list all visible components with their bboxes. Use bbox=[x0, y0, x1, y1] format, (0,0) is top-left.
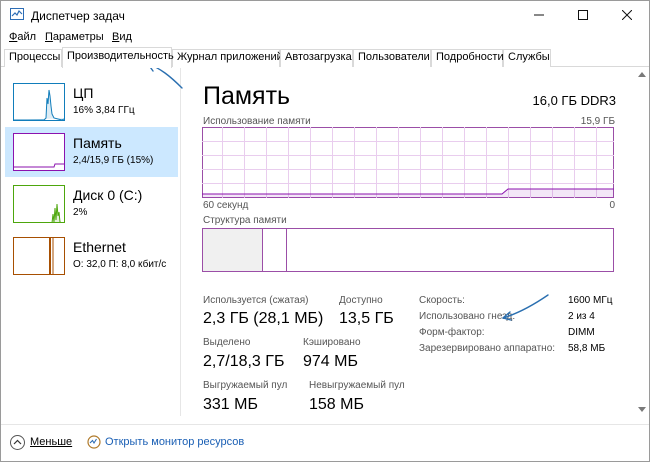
sidebar-item-disk[interactable]: Диск 0 (C:) 2% bbox=[5, 179, 178, 229]
sidebar-memory-title: Память bbox=[73, 135, 122, 151]
fewer-details-button[interactable]: Меньше bbox=[10, 432, 72, 452]
usage-graph-max: 15,9 ГБ bbox=[580, 116, 615, 127]
sidebar-disk-sub: 2% bbox=[73, 207, 88, 218]
form-factor-label: Форм-фактор: bbox=[419, 327, 485, 338]
menu-options[interactable]: Параметры bbox=[45, 31, 104, 43]
task-manager-icon bbox=[10, 8, 24, 20]
stat-in-use-value: 2,3 ГБ (28,1 МБ) bbox=[203, 310, 324, 327]
ethernet-sparkline bbox=[49, 238, 54, 274]
stat-in-use-label: Используется (сжатая) bbox=[203, 295, 309, 306]
tab-details[interactable]: Подробности bbox=[431, 49, 504, 67]
vertical-scrollbar[interactable] bbox=[635, 68, 649, 416]
slots-label: Использовано гнезд: bbox=[419, 311, 516, 322]
speed-value: 1600 МГц bbox=[568, 295, 613, 306]
sidebar-disk-title: Диск 0 (C:) bbox=[73, 187, 143, 203]
window-title: Диспетчер задач bbox=[31, 9, 125, 23]
stat-available-value: 13,5 ГБ bbox=[339, 310, 394, 327]
disk-thumbnail-graph bbox=[13, 185, 65, 223]
fewer-details-label: Меньше bbox=[30, 436, 73, 448]
sidebar-cpu-title: ЦП bbox=[73, 85, 94, 101]
maximize-button[interactable] bbox=[561, 1, 605, 29]
stat-paged-value: 331 МБ bbox=[203, 396, 258, 413]
stat-committed-label: Выделено bbox=[203, 337, 251, 348]
menu-view[interactable]: Вид bbox=[112, 31, 132, 43]
ethernet-thumbnail-graph bbox=[13, 237, 65, 275]
stat-paged-label: Выгружаемый пул bbox=[203, 380, 288, 391]
sidebar-ethernet-sub: О: 32,0 П: 8,0 кбит/с bbox=[73, 259, 167, 270]
sidebar-ethernet-title: Ethernet bbox=[73, 239, 126, 255]
memory-usage-graph bbox=[202, 127, 614, 198]
resource-monitor-label: Открыть монитор ресурсов bbox=[105, 436, 245, 448]
sidebar-memory-sub: 2,4/15,9 ГБ (15%) bbox=[73, 155, 154, 166]
sidebar-item-cpu[interactable]: ЦП 16% 3,84 ГГц bbox=[5, 77, 178, 127]
stat-nonpaged-value: 158 МБ bbox=[309, 396, 364, 413]
menu-options-label: араметры bbox=[52, 31, 104, 43]
task-manager-window: Диспетчер задач Файл Параметры Вид Проце… bbox=[0, 0, 650, 462]
speed-label: Скорость: bbox=[419, 295, 465, 306]
hw-reserved-value: 58,8 МБ bbox=[568, 343, 606, 354]
memory-detail-panel: Память 16,0 ГБ DDR3 Использование памяти… bbox=[182, 68, 636, 416]
footer-bar: Меньше Открыть монитор ресурсов bbox=[1, 424, 649, 461]
stat-cached-label: Кэшировано bbox=[303, 337, 361, 348]
stat-cached-value: 974 МБ bbox=[303, 353, 358, 370]
cpu-sparkline bbox=[14, 89, 64, 120]
tab-performance[interactable]: Производительность bbox=[62, 47, 174, 68]
chevron-up-glyph bbox=[13, 439, 22, 445]
menu-bar: Файл Параметры Вид bbox=[1, 29, 649, 47]
page-title: Память bbox=[203, 82, 291, 110]
graph-axis-left: 60 секунд bbox=[203, 200, 249, 211]
memory-thumbnail-graph bbox=[13, 133, 65, 171]
tab-users[interactable]: Пользователи bbox=[353, 49, 431, 67]
stat-available-label: Доступно bbox=[339, 295, 383, 306]
minimize-icon bbox=[534, 14, 544, 16]
structure-modified-segment bbox=[263, 229, 287, 271]
tab-app-history[interactable]: Журнал приложений bbox=[172, 49, 283, 67]
tab-processes[interactable]: Процессы bbox=[4, 49, 62, 67]
tab-bar: Процессы Производительность Журнал прило… bbox=[1, 47, 649, 68]
graph-axis-right: 0 bbox=[609, 200, 615, 211]
sidebar-item-ethernet[interactable]: Ethernet О: 32,0 П: 8,0 кбит/с bbox=[5, 231, 178, 281]
slots-value: 2 из 4 bbox=[568, 311, 595, 322]
usage-graph-label: Использование памяти bbox=[203, 116, 311, 127]
chevron-up-icon bbox=[10, 434, 25, 450]
resource-monitor-icon bbox=[87, 435, 101, 449]
minimize-button[interactable] bbox=[517, 1, 561, 29]
structure-label: Структура памяти bbox=[203, 215, 287, 226]
tab-startup[interactable]: Автозагрузка bbox=[280, 49, 353, 67]
memory-hardware-label: 16,0 ГБ DDR3 bbox=[532, 93, 617, 108]
sidebar-item-memory[interactable]: Память 2,4/15,9 ГБ (15%) bbox=[5, 127, 178, 177]
form-factor-value: DIMM bbox=[568, 327, 595, 338]
memory-sparkline bbox=[14, 163, 64, 168]
hw-reserved-label: Зарезервировано аппаратно: bbox=[419, 343, 556, 354]
resource-sidebar: ЦП 16% 3,84 ГГц Память 2,4/15,9 ГБ (15%)… bbox=[1, 68, 181, 416]
menu-options-access-key: П bbox=[45, 31, 53, 43]
structure-in-use-segment bbox=[203, 229, 263, 271]
scroll-down-icon[interactable] bbox=[638, 407, 646, 412]
maximize-icon bbox=[578, 10, 588, 20]
resource-monitor-link[interactable]: Открыть монитор ресурсов bbox=[87, 432, 244, 452]
menu-file[interactable]: Файл bbox=[9, 31, 36, 43]
stat-nonpaged-label: Невыгружаемый пул bbox=[309, 380, 405, 391]
memory-structure-bar bbox=[202, 228, 614, 272]
scroll-up-icon[interactable] bbox=[638, 72, 646, 77]
cpu-thumbnail-graph bbox=[13, 83, 65, 121]
close-icon bbox=[622, 10, 632, 20]
stat-committed-value: 2,7/18,3 ГБ bbox=[203, 353, 285, 370]
title-bar[interactable]: Диспетчер задач bbox=[1, 1, 649, 29]
menu-file-label: айл bbox=[17, 31, 37, 43]
sidebar-cpu-sub: 16% 3,84 ГГц bbox=[73, 105, 135, 116]
close-button[interactable] bbox=[605, 1, 649, 29]
tab-services[interactable]: Службы bbox=[503, 49, 551, 67]
disk-sparkline bbox=[51, 203, 62, 222]
menu-view-label: ид bbox=[119, 31, 132, 43]
